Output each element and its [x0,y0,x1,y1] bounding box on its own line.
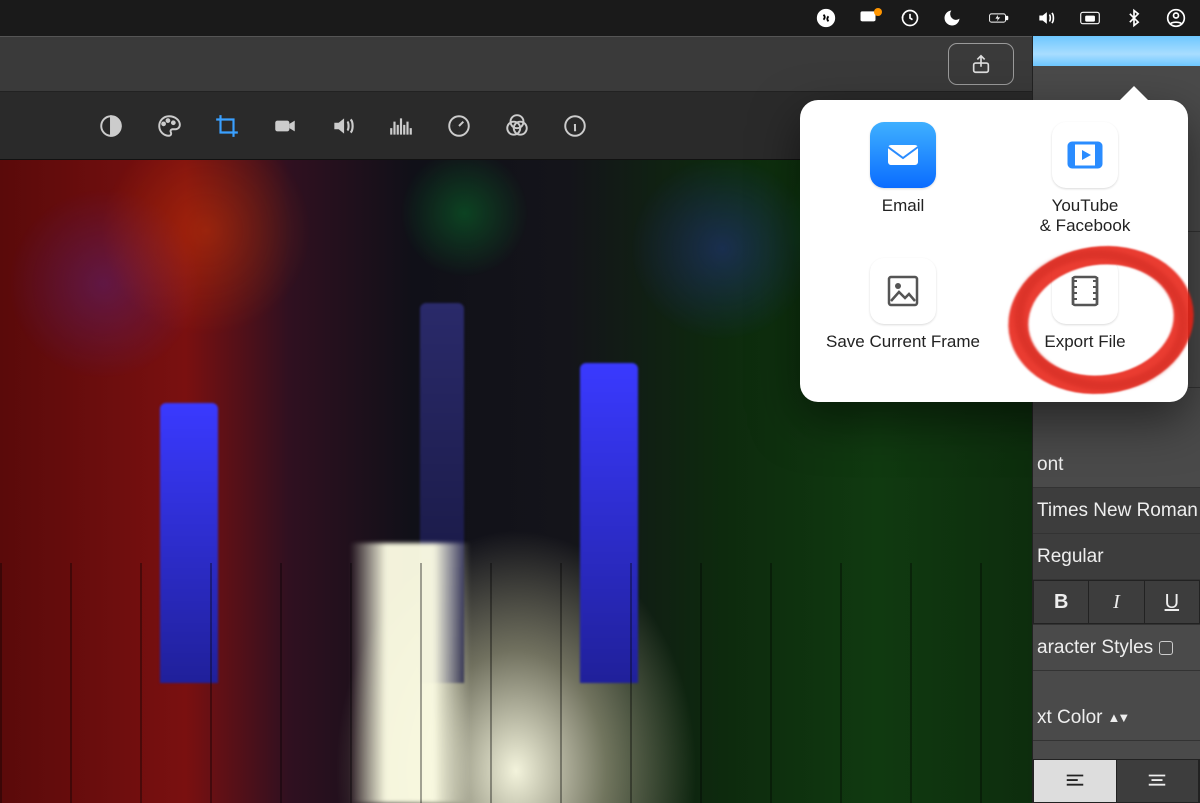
share-popover: Email YouTube & Facebook Save Current Fr… [800,100,1188,402]
popover-arrow-icon [1118,86,1150,102]
share-button[interactable] [948,43,1014,85]
share-option-save-frame[interactable]: Save Current Frame [812,258,994,394]
contrast-icon[interactable] [96,111,126,141]
share-label: YouTube & Facebook [1040,196,1131,237]
time-machine-icon[interactable] [898,6,922,30]
bold-button[interactable]: B [1034,581,1089,623]
youtube-icon [1052,122,1118,188]
text-format-group: B I U [1033,580,1200,624]
battery-icon[interactable] [982,6,1016,30]
color-palette-icon[interactable] [154,111,184,141]
mac-menubar: ⌨ [0,0,1200,36]
italic-button[interactable]: I [1089,581,1144,623]
underline-button[interactable]: U [1145,581,1199,623]
crop-icon[interactable] [212,111,242,141]
shazam-icon[interactable] [814,6,838,30]
scene-foreground [0,543,1032,803]
share-option-export-file[interactable]: Export File [994,258,1176,394]
text-align-group [1033,759,1200,803]
film-export-icon [1052,258,1118,324]
svg-text:⌨: ⌨ [1085,16,1094,23]
inspector-header [1033,36,1200,66]
do-not-disturb-icon[interactable] [940,6,964,30]
font-family-select[interactable]: Times New Roman [1033,488,1200,534]
share-label: Export File [1044,332,1125,352]
text-color-row[interactable]: xt Color ▲▼ [1033,695,1200,741]
font-section-label: ont [1033,442,1200,488]
volume-icon[interactable] [1034,6,1058,30]
character-styles-row[interactable]: aracter Styles [1033,625,1200,671]
email-icon [870,122,936,188]
speed-icon[interactable] [444,111,474,141]
share-option-email[interactable]: Email [812,122,994,258]
notification-dot-icon [874,8,882,16]
align-center-button[interactable] [1117,760,1200,802]
bluetooth-icon[interactable] [1122,6,1146,30]
display-icon[interactable] [856,6,880,30]
camera-icon[interactable] [270,111,300,141]
audio-levels-icon[interactable] [386,111,416,141]
share-label: Email [882,196,925,216]
style-swatch-icon [1159,641,1173,655]
window-top-bar [0,36,1032,92]
audio-volume-icon[interactable] [328,111,358,141]
info-icon[interactable] [560,111,590,141]
user-account-icon[interactable] [1164,6,1188,30]
align-left-button[interactable] [1034,760,1117,802]
keyboard-input-icon[interactable]: ⌨ [1076,6,1104,30]
chevron-updown-icon: ▲▼ [1107,710,1127,725]
share-label: Save Current Frame [826,332,980,352]
color-filter-icon[interactable] [502,111,532,141]
font-style-select[interactable]: Regular [1033,534,1200,580]
image-frame-icon [870,258,936,324]
share-option-youtube-facebook[interactable]: YouTube & Facebook [994,122,1176,258]
